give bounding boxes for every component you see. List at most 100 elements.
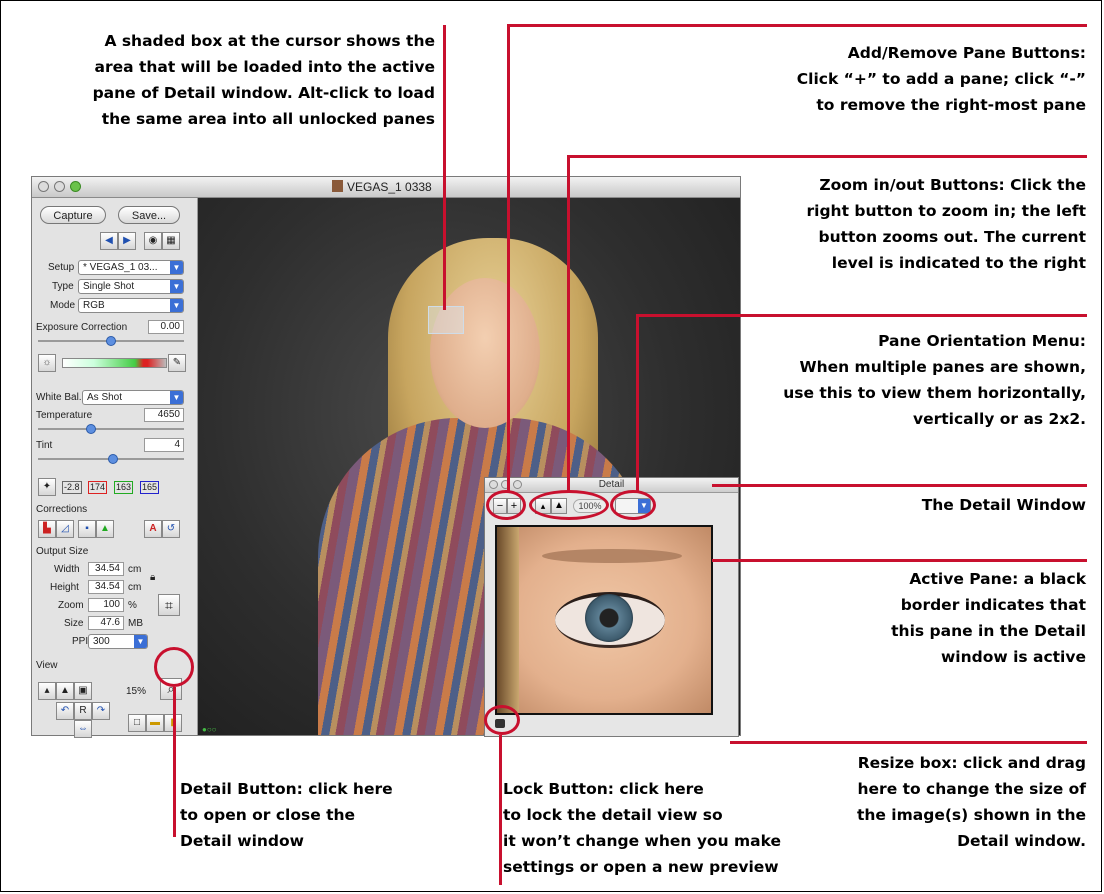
chevron-down-icon: ▼ [170, 280, 183, 293]
leader-line-active-pane [712, 559, 1087, 562]
detail-titlebar[interactable]: Detail [485, 478, 738, 493]
whitebal-select[interactable]: As Shot ▼ [82, 390, 184, 405]
reset-icon[interactable]: ↺ [162, 520, 180, 538]
window-title: VEGAS_1 0338 [332, 180, 432, 194]
detail-shaded-box[interactable] [428, 306, 464, 334]
leader-line-add-remove-horizontal [507, 24, 1087, 27]
color-balance-icon[interactable]: ▪ [78, 520, 96, 538]
flip-horizontal-icon[interactable]: ⇔ [74, 720, 92, 738]
callout-zoom-buttons: Zoom in/out Buttons: Click the right but… [806, 176, 1086, 272]
callout-shaded-box: A shaded box at the cursor shows the are… [92, 32, 435, 128]
detail-window: Detail − + ▴ ▲ 100% ▼ [484, 477, 739, 737]
model-face [430, 278, 540, 428]
zoom-field[interactable]: 100 [88, 598, 124, 612]
zoom-window-button[interactable] [70, 181, 81, 192]
window-titlebar[interactable]: VEGAS_1 0338 [32, 177, 740, 198]
detail-title: Detail [598, 479, 625, 490]
pane-eyebrow [542, 549, 682, 563]
size-field: 47.6 [88, 616, 124, 630]
tint-label: Tint [36, 440, 53, 451]
chevron-down-icon: ▼ [170, 299, 183, 312]
next-arrow-icon[interactable]: ▶ [118, 232, 136, 250]
callout-active-pane: Active Pane: a black border indicates th… [891, 570, 1086, 666]
width-label: Width [54, 564, 80, 575]
width-field[interactable]: 34.54 [88, 562, 124, 576]
readout-green: 163 [114, 481, 134, 494]
tint-slider-knob[interactable] [108, 454, 118, 464]
callout-detail-window: The Detail Window [921, 496, 1086, 514]
callout-pane-orientation: Pane Orientation Menu: When multiple pan… [783, 332, 1086, 428]
detail-zoom-button[interactable] [513, 480, 522, 489]
pane-iris [585, 594, 633, 642]
type-select[interactable]: Single Shot ▼ [78, 279, 184, 294]
view-label: View [36, 660, 58, 671]
mode-select[interactable]: RGB ▼ [78, 298, 184, 313]
readout-red: 174 [88, 481, 108, 494]
ppi-select[interactable]: 300 ▼ [88, 634, 148, 649]
rotate-right-icon[interactable]: ↷ [92, 702, 110, 720]
proportion-lock-icon[interactable]: 🔒︎ [150, 572, 155, 583]
crop-icon[interactable]: ⌗ [158, 594, 180, 616]
type-label: Type [52, 281, 74, 292]
setup-label: Setup [48, 262, 75, 273]
chevron-down-icon: ▼ [170, 391, 183, 404]
split-horizontal-icon[interactable]: ▬ [146, 714, 164, 732]
width-unit: cm [128, 564, 142, 575]
auto-correct-icon[interactable]: A [144, 520, 162, 538]
detail-close-button[interactable] [489, 480, 498, 489]
eyedropper-icon[interactable]: ✎ [168, 354, 186, 372]
zoom-out-mountain-icon[interactable]: ▴ [38, 682, 56, 700]
levels-icon[interactable]: ▙ [38, 520, 56, 538]
callout-resize-box: Resize box: click and drag here to chang… [856, 754, 1086, 850]
leader-line-zoom-horizontal [567, 155, 1087, 158]
whitebal-label: White Bal. [36, 392, 82, 403]
zoom-in-mountain-icon[interactable]: ▲ [56, 682, 74, 700]
temperature-label: Temperature [36, 410, 93, 421]
grid-icon[interactable]: ▦ [162, 232, 180, 250]
rotate-left-icon[interactable]: ↶ [56, 702, 74, 720]
save-button[interactable]: Save... [118, 206, 180, 224]
single-layout-icon[interactable]: □ [128, 714, 146, 732]
temperature-field[interactable]: 4650 [144, 408, 184, 422]
callout-add-remove-panes: Add/Remove Pane Buttons: Click “+” to ad… [796, 44, 1086, 114]
close-button[interactable] [38, 181, 49, 192]
chevron-down-icon: ▼ [134, 635, 147, 648]
rotate-reset-button[interactable]: R [74, 702, 92, 720]
exposure-histogram [62, 358, 167, 368]
corrections-label: Corrections [36, 504, 88, 515]
leader-line-orientation-horizontal [636, 314, 1087, 317]
exposure-slider-knob[interactable] [106, 336, 116, 346]
add-remove-ring [486, 490, 526, 520]
readout-value: -2.8 [62, 481, 82, 494]
minimize-button[interactable] [54, 181, 65, 192]
setup-select[interactable]: * VEGAS_1 03... ▼ [78, 260, 184, 275]
view-zoom-level: 15% [126, 686, 147, 697]
color-picker-icon[interactable]: ✦ [38, 478, 56, 496]
exposure-field[interactable]: 0.00 [148, 320, 184, 334]
previous-arrow-icon[interactable]: ◀ [100, 232, 118, 250]
detail-button-ring [154, 647, 194, 687]
height-unit: cm [128, 582, 142, 593]
leader-line-resize [730, 741, 1087, 744]
zoom-label: Zoom [58, 600, 84, 611]
height-field[interactable]: 34.54 [88, 580, 124, 594]
tint-field[interactable]: 4 [144, 438, 184, 452]
size-unit: MB [128, 618, 143, 629]
fit-view-icon[interactable]: ▣ [74, 682, 92, 700]
active-detail-pane[interactable] [495, 525, 713, 715]
eye-icon[interactable]: ◉ [144, 232, 162, 250]
sharpen-icon[interactable]: ▲ [96, 520, 114, 538]
curves-icon[interactable]: ◿ [56, 520, 74, 538]
lock-ring [484, 705, 520, 735]
leader-line-detail-window [712, 484, 1087, 487]
capture-button[interactable]: Capture [40, 206, 106, 224]
size-label: Size [64, 618, 84, 629]
readout-blue: 165 [140, 481, 160, 494]
zoom-ring [529, 490, 609, 520]
zoom-unit: % [128, 600, 137, 611]
leader-line-shaded-box [443, 25, 446, 310]
status-indicator-icon: ●○○ [202, 725, 217, 734]
temperature-slider-knob[interactable] [86, 424, 96, 434]
callout-detail-button: Detail Button: click here to open or clo… [180, 780, 393, 850]
temperature-slider-track[interactable] [38, 428, 184, 430]
